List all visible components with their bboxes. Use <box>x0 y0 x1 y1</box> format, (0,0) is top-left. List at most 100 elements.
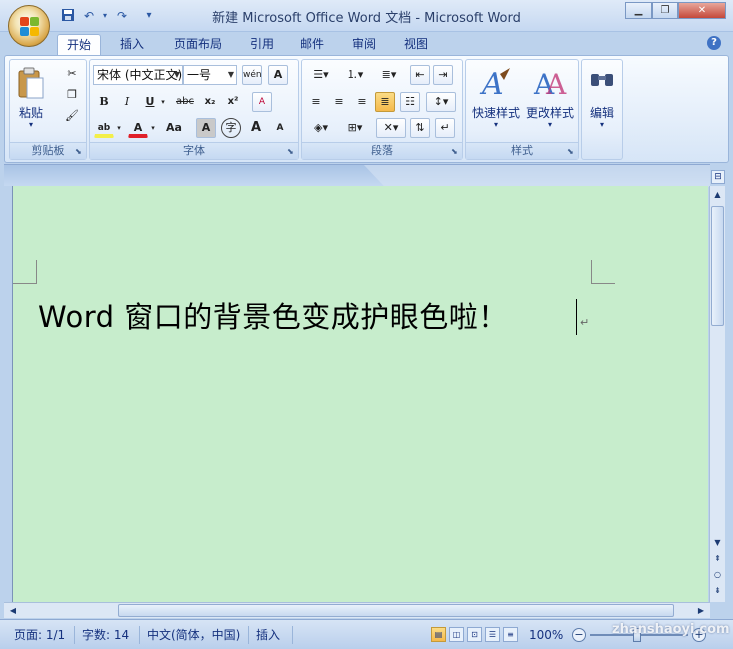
binoculars-icon <box>591 74 613 86</box>
print-layout-view-icon[interactable]: ▤ <box>431 627 446 642</box>
cut-icon[interactable]: ✂ <box>62 64 82 84</box>
office-button[interactable] <box>8 5 50 47</box>
quick-styles-button[interactable]: A 快速样式 ▾ <box>470 64 522 138</box>
show-marks-icon[interactable]: ↵ <box>435 118 455 138</box>
svg-text:A: A <box>545 68 567 100</box>
scroll-down-icon[interactable]: ▼ <box>711 536 724 550</box>
clipboard-dialog-launcher-icon[interactable]: ⬊ <box>75 147 84 156</box>
text-caret <box>576 299 577 335</box>
bold-button[interactable]: B <box>94 92 114 112</box>
justify-icon[interactable]: ≣ <box>375 92 395 112</box>
insert-mode[interactable]: 插入 <box>256 625 280 645</box>
subscript-button[interactable]: x₂ <box>200 92 220 112</box>
document-area[interactable]: Word 窗口的背景色变成护眼色啦！ ↵ <box>12 186 708 602</box>
scroll-up-icon[interactable]: ▲ <box>711 188 724 202</box>
change-case-button[interactable]: Aa <box>162 118 186 138</box>
align-right-icon[interactable]: ≡ <box>352 92 372 112</box>
language-indicator[interactable]: 中文(简体，中国) <box>147 625 240 645</box>
shading-icon[interactable]: ◈▾ <box>306 118 336 138</box>
close-button[interactable]: ✕ <box>678 2 726 19</box>
tab-review[interactable]: 审阅 <box>344 34 384 56</box>
tab-view[interactable]: 视图 <box>396 34 436 56</box>
paragraph-dialog-launcher-icon[interactable]: ⬊ <box>451 147 460 156</box>
font-color-dropdown-icon[interactable]: ▾ <box>148 118 158 138</box>
outline-view-icon[interactable]: ☰ <box>485 627 500 642</box>
select-browse-object-icon[interactable]: ○ <box>711 568 724 582</box>
underline-button[interactable]: U <box>140 92 160 112</box>
minimize-button[interactable]: ▁ <box>625 2 652 19</box>
status-divider <box>292 626 293 644</box>
tab-home[interactable]: 开始 <box>57 34 101 56</box>
line-spacing-icon[interactable]: ↕▾ <box>426 92 456 112</box>
chevron-down-icon: ▾ <box>547 120 552 129</box>
font-dialog-launcher-icon[interactable]: ⬊ <box>287 147 296 156</box>
text-highlight-button[interactable]: ab <box>94 118 114 138</box>
tab-insert[interactable]: 插入 <box>110 34 154 56</box>
underline-dropdown-icon[interactable]: ▾ <box>158 92 168 112</box>
page-count[interactable]: 页面: 1/1 <box>14 625 65 645</box>
zoom-out-icon[interactable]: − <box>572 628 586 642</box>
ribbon: 粘贴 ▾ ✂ ❐ 🖌 剪贴板 ⬊ 宋体 (中文正文) ▼ 一号 ▼ wén A … <box>4 55 729 163</box>
format-painter-icon[interactable]: 🖌 <box>62 106 82 126</box>
tab-mailings[interactable]: 邮件 <box>292 34 332 56</box>
shrink-font-button[interactable]: A <box>270 118 290 138</box>
watermark: zhanshaoyi.com <box>612 622 730 637</box>
horizontal-scroll-thumb[interactable] <box>118 604 674 617</box>
web-layout-icon[interactable]: ⊡ <box>467 627 482 642</box>
font-color-button[interactable]: A <box>128 118 148 138</box>
status-bar: 页面: 1/1 字数: 14 中文(简体，中国) 插入 ▤ ◫ ⊡ ☰ ≡ 10… <box>0 619 733 649</box>
editing-button[interactable]: 编辑 ▾ <box>584 64 620 138</box>
bullets-icon[interactable]: ☰▾ <box>306 65 336 85</box>
paste-label: 粘贴 <box>18 106 43 120</box>
editing-label: 编辑 <box>589 106 614 120</box>
decrease-indent-icon[interactable]: ⇤ <box>410 65 430 85</box>
borders-icon[interactable]: ⊞▾ <box>340 118 370 138</box>
document-text[interactable]: Word 窗口的背景色变成护眼色啦！ <box>38 294 508 336</box>
ruler-toggle-icon[interactable]: ⊟ <box>711 170 725 184</box>
vertical-scrollbar[interactable]: ▲ ▼ ⇞ ○ ⇟ <box>709 186 725 602</box>
strikethrough-button[interactable]: abc <box>173 92 197 112</box>
multilevel-list-icon[interactable]: ≣▾ <box>374 65 404 85</box>
paste-dropdown-icon: ▾ <box>28 120 33 129</box>
sort-icon[interactable]: ⇅ <box>410 118 430 138</box>
zoom-level[interactable]: 100% <box>529 625 563 645</box>
align-center-icon[interactable]: ≡ <box>329 92 349 112</box>
distributed-icon[interactable]: ☷ <box>400 92 420 112</box>
grow-font-button[interactable]: A <box>246 118 266 138</box>
full-screen-reading-icon[interactable]: ◫ <box>449 627 464 642</box>
superscript-button[interactable]: x² <box>223 92 243 112</box>
styles-group: A 快速样式 ▾ A A 更改样式 ▾ 样式 ⬊ <box>465 59 579 160</box>
character-shading-button[interactable]: A <box>196 118 216 138</box>
chinese-layout-icon[interactable]: ✕▾ <box>376 118 406 138</box>
scroll-right-icon[interactable]: ▶ <box>694 604 708 617</box>
change-styles-button[interactable]: A A 更改样式 ▾ <box>524 64 576 138</box>
tab-references[interactable]: 引用 <box>242 34 282 56</box>
tab-page-layout[interactable]: 页面布局 <box>164 34 232 56</box>
horizontal-scrollbar[interactable]: ◀ ▶ <box>4 602 710 618</box>
font-name-combo[interactable]: 宋体 (中文正文) ▼ <box>93 65 183 85</box>
next-page-icon[interactable]: ⇟ <box>711 584 724 598</box>
align-left-icon[interactable]: ≡ <box>306 92 326 112</box>
copy-icon[interactable]: ❐ <box>62 85 82 105</box>
styles-dialog-launcher-icon[interactable]: ⬊ <box>567 147 576 156</box>
previous-page-icon[interactable]: ⇞ <box>711 552 724 566</box>
paste-button[interactable]: 粘贴 ▾ <box>14 64 48 134</box>
character-border-button[interactable]: A <box>268 65 288 85</box>
italic-button[interactable]: I <box>117 92 137 112</box>
font-size-combo[interactable]: 一号 ▼ <box>183 65 237 85</box>
editing-group: 编辑 ▾ <box>581 59 623 160</box>
numbering-icon[interactable]: ⒈▾ <box>340 65 370 85</box>
phonetic-guide-button[interactable]: wén <box>242 65 262 85</box>
maximize-button[interactable]: ❐ <box>652 2 678 19</box>
scroll-left-icon[interactable]: ◀ <box>6 604 20 617</box>
vertical-scroll-thumb[interactable] <box>711 206 724 326</box>
svg-text:A: A <box>479 67 504 100</box>
increase-indent-icon[interactable]: ⇥ <box>433 65 453 85</box>
help-icon[interactable]: ? <box>707 36 721 50</box>
quick-styles-label: 快速样式 <box>471 106 520 120</box>
draft-view-icon[interactable]: ≡ <box>503 627 518 642</box>
highlight-dropdown-icon[interactable]: ▾ <box>114 118 124 138</box>
clear-formatting-button[interactable]: A <box>252 92 272 112</box>
enclose-characters-button[interactable]: 字 <box>221 118 241 138</box>
word-count[interactable]: 字数: 14 <box>82 625 129 645</box>
